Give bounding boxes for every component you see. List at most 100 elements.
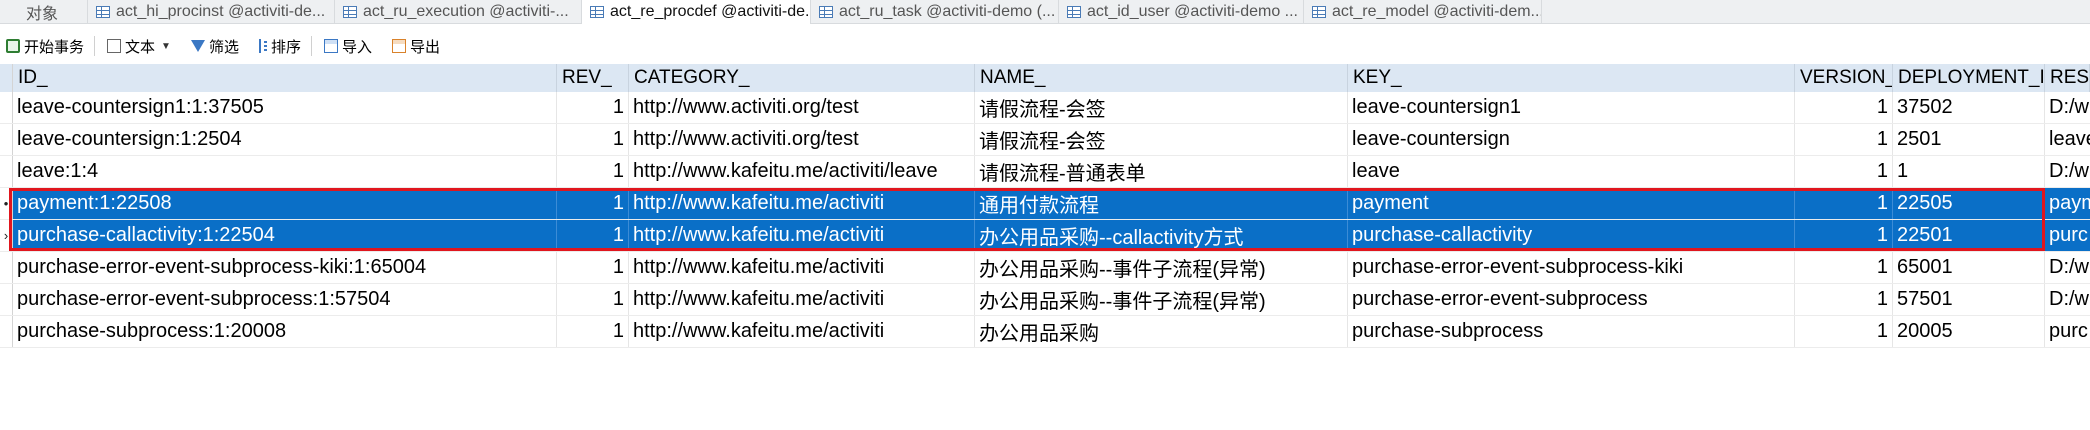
cell-rev[interactable]: 1 <box>557 316 629 347</box>
cell-rev[interactable]: 1 <box>557 188 629 219</box>
cell-version[interactable]: 1 <box>1795 284 1893 315</box>
table-row[interactable]: › purchase-callactivity:1:22504 1 http://ww… <box>0 220 2090 252</box>
cell-id[interactable]: leave-countersign:1:2504 <box>13 124 557 155</box>
cell-resource[interactable]: D:/w <box>2045 156 2090 187</box>
cell-deployment-id[interactable]: 57501 <box>1893 284 2045 315</box>
cell-version[interactable]: 1 <box>1795 156 1893 187</box>
cell-rev[interactable]: 1 <box>557 220 629 251</box>
cell-deployment-id[interactable]: 65001 <box>1893 252 2045 283</box>
cell-resource[interactable]: D:/w <box>2045 92 2090 123</box>
cell-category[interactable]: http://www.kafeitu.me/activiti <box>629 188 975 219</box>
table-row[interactable]: leave:1:4 1 http://www.kafeitu.me/activiti… <box>0 156 2090 188</box>
row-marker[interactable] <box>0 92 13 123</box>
cell-resource[interactable]: D:/w <box>2045 284 2090 315</box>
cell-rev[interactable]: 1 <box>557 124 629 155</box>
cell-name[interactable]: 办公用品采购 <box>975 316 1348 347</box>
cell-deployment-id[interactable]: 2501 <box>1893 124 2045 155</box>
cell-rev[interactable]: 1 <box>557 92 629 123</box>
cell-key[interactable]: purchase-error-event-subprocess-kiki <box>1348 252 1795 283</box>
cell-resource[interactable]: purc <box>2045 316 2090 347</box>
cell-id[interactable]: leave:1:4 <box>13 156 557 187</box>
table-row[interactable]: purchase-error-event-subprocess:1:57504 1… <box>0 284 2090 316</box>
cell-id[interactable]: purchase-callactivity:1:22504 <box>13 220 557 251</box>
begin-transaction-button[interactable]: 开始事务 <box>6 36 84 57</box>
row-marker[interactable]: • <box>0 188 13 219</box>
cell-key[interactable]: leave <box>1348 156 1795 187</box>
column-header-resource[interactable]: RESO <box>2045 64 2090 92</box>
cell-deployment-id[interactable]: 22505 <box>1893 188 2045 219</box>
column-header-version[interactable]: VERSION_ <box>1795 64 1893 92</box>
cell-resource[interactable]: purc <box>2045 220 2090 251</box>
cell-name[interactable]: 请假流程-会签 <box>975 124 1348 155</box>
cell-name[interactable]: 办公用品采购--事件子流程(异常) <box>975 252 1348 283</box>
tab-act-re-model[interactable]: act_re_model @activiti-dem... <box>1304 0 1542 24</box>
cell-resource[interactable]: D:/w <box>2045 252 2090 283</box>
column-header-category[interactable]: CATEGORY_ <box>629 64 975 92</box>
cell-category[interactable]: http://www.activiti.org/test <box>629 92 975 123</box>
cell-rev[interactable]: 1 <box>557 284 629 315</box>
column-header-name[interactable]: NAME_ <box>975 64 1348 92</box>
row-marker[interactable] <box>0 284 13 315</box>
cell-deployment-id[interactable]: 20005 <box>1893 316 2045 347</box>
row-marker[interactable] <box>0 156 13 187</box>
cell-version[interactable]: 1 <box>1795 92 1893 123</box>
row-marker[interactable] <box>0 124 13 155</box>
table-row[interactable]: purchase-error-event-subprocess-kiki:1:6… <box>0 252 2090 284</box>
tab-objects[interactable]: 对象 <box>0 0 88 24</box>
cell-rev[interactable]: 1 <box>557 252 629 283</box>
cell-name[interactable]: 办公用品采购--事件子流程(异常) <box>975 284 1348 315</box>
tab-act-hi-procinst[interactable]: act_hi_procinst @activiti-de... <box>88 0 335 24</box>
cell-key[interactable]: payment <box>1348 188 1795 219</box>
cell-version[interactable]: 1 <box>1795 220 1893 251</box>
cell-key[interactable]: purchase-subprocess <box>1348 316 1795 347</box>
column-header-id[interactable]: ID_ <box>13 64 557 92</box>
tab-act-ru-execution[interactable]: act_ru_execution @activiti-... <box>335 0 582 24</box>
export-button[interactable]: 导出 <box>391 36 440 57</box>
tab-act-ru-task[interactable]: act_ru_task @activiti-demo (... <box>811 0 1059 24</box>
cell-name[interactable]: 请假流程-普通表单 <box>975 156 1348 187</box>
cell-version[interactable]: 1 <box>1795 316 1893 347</box>
cell-deployment-id[interactable]: 1 <box>1893 156 2045 187</box>
cell-name[interactable]: 通用付款流程 <box>975 188 1348 219</box>
cell-name[interactable]: 请假流程-会签 <box>975 92 1348 123</box>
cell-id[interactable]: purchase-error-event-subprocess:1:57504 <box>13 284 557 315</box>
cell-name[interactable]: 办公用品采购--callactivity方式 <box>975 220 1348 251</box>
column-header-rev[interactable]: REV_ <box>557 64 629 92</box>
cell-category[interactable]: http://www.kafeitu.me/activiti/leave <box>629 156 975 187</box>
cell-key[interactable]: purchase-callactivity <box>1348 220 1795 251</box>
cell-key[interactable]: leave-countersign1 <box>1348 92 1795 123</box>
cell-key[interactable]: leave-countersign <box>1348 124 1795 155</box>
cell-id[interactable]: payment:1:22508 <box>13 188 557 219</box>
row-marker[interactable] <box>0 316 13 347</box>
sort-button[interactable]: 排序 <box>258 36 301 57</box>
import-button[interactable]: 导入 <box>323 36 372 57</box>
filter-button[interactable]: 筛选 <box>190 36 239 57</box>
cell-id[interactable]: leave-countersign1:1:37505 <box>13 92 557 123</box>
tab-act-re-procdef[interactable]: act_re_procdef @activiti-de... <box>582 0 811 24</box>
text-dropdown-button[interactable]: 文本 ▼ <box>107 36 171 57</box>
column-header-deployment-id[interactable]: DEPLOYMENT_I <box>1893 64 2045 92</box>
tab-act-id-user[interactable]: act_id_user @activiti-demo ... <box>1059 0 1304 24</box>
row-marker[interactable]: › <box>0 220 13 251</box>
cell-category[interactable]: http://www.kafeitu.me/activiti <box>629 252 975 283</box>
table-row[interactable]: leave-countersign1:1:37505 1 http://www.ac… <box>0 92 2090 124</box>
cell-version[interactable]: 1 <box>1795 252 1893 283</box>
table-row[interactable]: • payment:1:22508 1 http://www.kafeitu.me/a… <box>0 188 2090 220</box>
cell-id[interactable]: purchase-subprocess:1:20008 <box>13 316 557 347</box>
cell-category[interactable]: http://www.activiti.org/test <box>629 124 975 155</box>
cell-resource[interactable]: paym <box>2045 188 2090 219</box>
cell-category[interactable]: http://www.kafeitu.me/activiti <box>629 284 975 315</box>
cell-deployment-id[interactable]: 22501 <box>1893 220 2045 251</box>
cell-resource[interactable]: leave <box>2045 124 2090 155</box>
cell-category[interactable]: http://www.kafeitu.me/activiti <box>629 220 975 251</box>
cell-deployment-id[interactable]: 37502 <box>1893 92 2045 123</box>
cell-id[interactable]: purchase-error-event-subprocess-kiki:1:6… <box>13 252 557 283</box>
cell-version[interactable]: 1 <box>1795 188 1893 219</box>
cell-rev[interactable]: 1 <box>557 156 629 187</box>
table-row[interactable]: purchase-subprocess:1:20008 1 http://www.k… <box>0 316 2090 348</box>
row-marker[interactable] <box>0 252 13 283</box>
cell-key[interactable]: purchase-error-event-subprocess <box>1348 284 1795 315</box>
table-row[interactable]: leave-countersign:1:2504 1 http://www.acti… <box>0 124 2090 156</box>
cell-version[interactable]: 1 <box>1795 124 1893 155</box>
cell-category[interactable]: http://www.kafeitu.me/activiti <box>629 316 975 347</box>
